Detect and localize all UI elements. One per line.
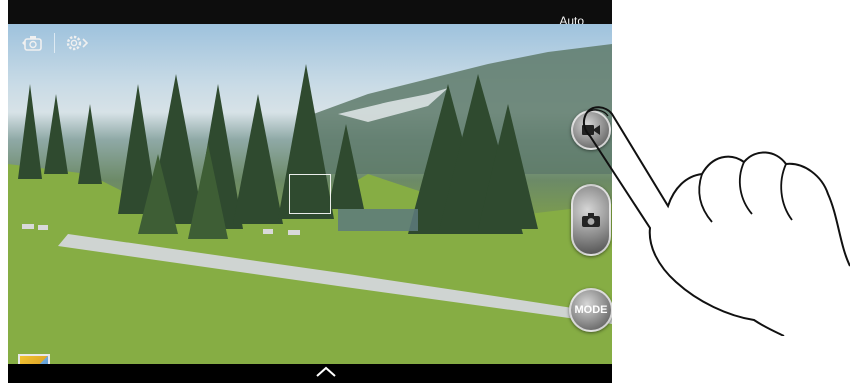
status-bar: Auto — [8, 0, 612, 28]
camera-viewfinder[interactable]: MODE — [8, 24, 612, 364]
bottom-bar — [8, 364, 612, 383]
tap-hand-icon — [582, 106, 850, 336]
toolbar-divider — [54, 33, 55, 53]
gallery-thumbnail[interactable] — [18, 354, 50, 364]
chevron-up-icon[interactable] — [315, 365, 337, 379]
settings-gear-icon[interactable] — [61, 30, 91, 56]
camera-screen: Auto MODE — [8, 0, 612, 383]
top-left-controls — [18, 30, 91, 56]
switch-camera-icon[interactable] — [18, 30, 48, 56]
focus-frame — [289, 174, 331, 214]
